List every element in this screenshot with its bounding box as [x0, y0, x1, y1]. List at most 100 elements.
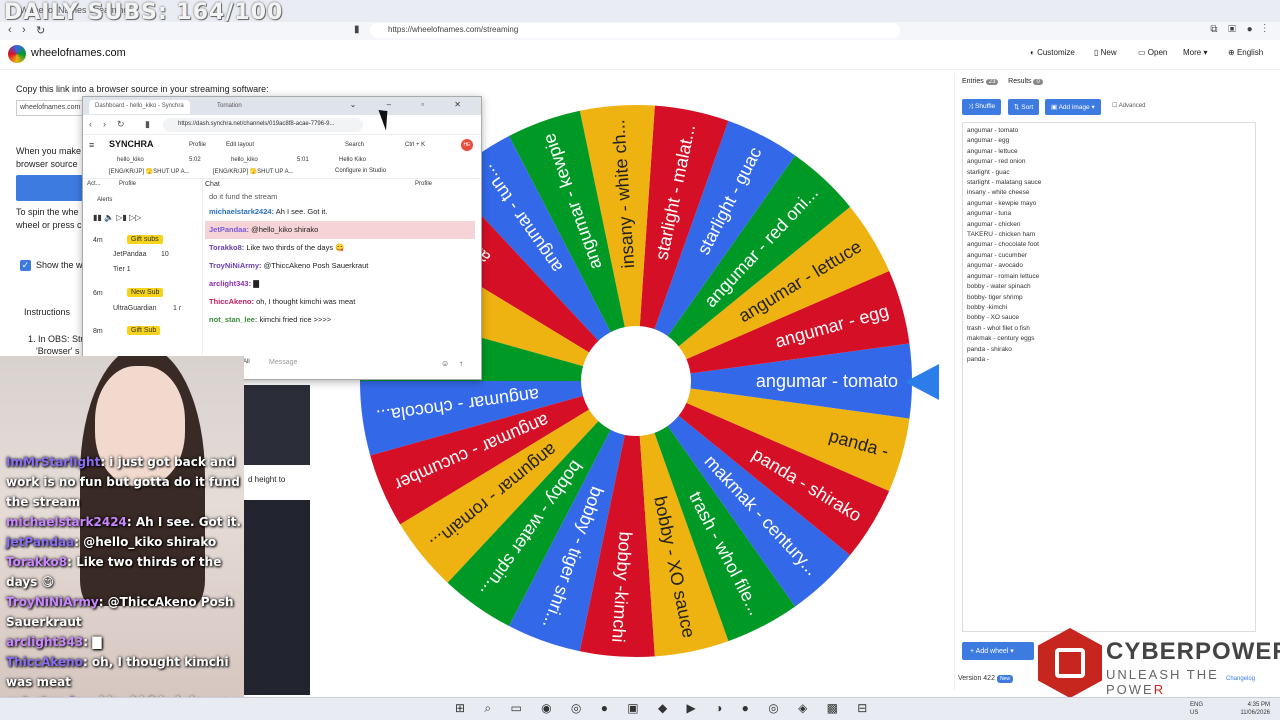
entry-line[interactable]: angumar - cucumber — [967, 251, 1251, 261]
tab-results[interactable]: Results 0 — [1008, 78, 1043, 85]
chat-all-filter[interactable]: All — [243, 359, 250, 365]
wheel-logo-icon[interactable] — [8, 45, 26, 63]
entry-line[interactable]: panda - shirako — [967, 345, 1251, 355]
entry-line[interactable]: angumar - chicken — [967, 220, 1251, 230]
entry-line[interactable]: angumar - kewpie mayo — [967, 199, 1251, 209]
chat-profile[interactable]: Profile — [415, 181, 432, 187]
entry-line[interactable]: starlight - malatang sauce — [967, 178, 1251, 188]
entry-line[interactable]: angumar - red onion — [967, 157, 1251, 167]
entry-line[interactable]: angumar - egg — [967, 136, 1251, 146]
emoji-icon[interactable]: ☺ — [441, 359, 449, 368]
chat-username[interactable]: ThiccAkeno: — [209, 297, 254, 306]
channel-1-name[interactable]: hello_kiko — [117, 157, 144, 163]
version-label: Version 422 — [958, 675, 995, 682]
tab-entries[interactable]: Entries 23 — [962, 78, 999, 85]
chat-username[interactable]: michaelstark2424: — [209, 207, 274, 216]
shuffle-button[interactable]: ⤨ Shuffle — [962, 99, 1002, 115]
entry-line[interactable]: panda - — [967, 355, 1251, 365]
search-input[interactable]: Search — [345, 142, 364, 148]
chat-text: Ah I see. Got it. — [274, 207, 328, 216]
popup-tab-dashboard[interactable]: Dashboard - hello_kiko - Synchra — [89, 100, 190, 114]
activity-controls[interactable]: ▮▮ 🔈 ▷▮ ▷▷ — [93, 213, 141, 222]
popup-forward-icon[interactable]: › — [103, 119, 106, 129]
entries-textarea[interactable]: angumar - tomato angumar - egg angumar - l… — [962, 122, 1256, 632]
configure-studio-link[interactable]: Configure in Studio — [335, 168, 386, 174]
search-shortcut: Ctrl + K — [405, 142, 426, 148]
back-icon[interactable]: ‹ — [8, 24, 12, 36]
entry-line[interactable]: bobby - water spinach — [967, 282, 1251, 292]
bookmark-icon[interactable]: ▮ — [354, 24, 360, 35]
activity-profile[interactable]: Profile — [119, 181, 136, 187]
overlay-chat-line: arclight343: ▇ — [0, 632, 250, 652]
chat-username[interactable]: not_stan_lee: — [209, 315, 257, 324]
channel-2-name[interactable]: hello_kiko — [231, 157, 258, 163]
clock[interactable]: 4:35 PM 11/06/2026 — [1240, 701, 1270, 717]
instructions-heading: Instructions — [24, 307, 71, 317]
reload-icon[interactable]: ↻ — [36, 24, 45, 37]
copy-link-button[interactable] — [16, 175, 86, 201]
chat-username[interactable]: TroyNiNiArmy: — [209, 261, 262, 270]
language-label: English — [1236, 48, 1264, 57]
popup-url-field[interactable]: https://dash.synchra.net/channels/019ac8… — [163, 118, 363, 132]
entry-line[interactable]: angumar - chocolate foot — [967, 240, 1251, 250]
wheel-hub[interactable] — [581, 326, 691, 436]
language-indicator[interactable]: ENG US — [1190, 701, 1203, 717]
popup-body: Act... Profile Alerts ▮▮ 🔈 ▷▮ ▷▷ 4m Gift… — [83, 179, 481, 359]
height-text: d height to — [248, 475, 286, 484]
customize-button[interactable]: ◐ Customize — [1030, 48, 1075, 57]
entry-line[interactable]: bobby- tiger shrimp — [967, 293, 1251, 303]
synchra-popup-window[interactable]: Dashboard - hello_kiko - Synchra Tornati… — [82, 96, 482, 380]
edit-layout-button[interactable]: Edit layout — [226, 142, 254, 148]
step1-text: 1. In OBS: Stu — [28, 334, 86, 344]
entry-line[interactable]: angumar - romain lettuce — [967, 272, 1251, 282]
send-icon[interactable]: ↑ — [459, 359, 463, 368]
sort-button[interactable]: ⇅ Sort — [1008, 99, 1040, 115]
chat-username[interactable]: JetPandaa: — [209, 225, 249, 234]
entry-line[interactable]: angumar - tuna — [967, 209, 1251, 219]
add-wheel-button[interactable]: + Add wheel ▾ — [962, 642, 1034, 660]
language-button[interactable]: ⊕ English — [1228, 48, 1263, 57]
url-field[interactable]: https://wheelofnames.com/streaming — [370, 23, 900, 38]
entry-line[interactable]: TAKERU - chicken ham — [967, 230, 1251, 240]
forward-icon[interactable]: › — [22, 24, 26, 36]
site-name[interactable]: wheelofnames.com — [31, 47, 126, 59]
avatar[interactable]: HE — [461, 139, 473, 151]
copy-link-text: Copy this link into a browser source in … — [16, 84, 269, 94]
more-button[interactable]: More ▾ — [1183, 48, 1207, 57]
entry-line[interactable]: bobby -kimchi — [967, 303, 1251, 313]
stream-link-field[interactable]: wheelofnames.com — [16, 100, 86, 116]
profile-dropdown[interactable]: Profile — [189, 142, 206, 148]
show-checkbox[interactable]: ✓ — [20, 260, 31, 271]
taskbar-app-icons[interactable]: ⊞ ⌕ ▭ ◉ ◎ ● ▣ ◆ ▶ ◑ ● ◎ ◈ ▩ ⊟ — [455, 701, 875, 716]
menu-icon[interactable]: ≡ — [89, 140, 94, 150]
popup-tab-tornation[interactable]: Tornation — [211, 100, 248, 114]
popup-reload-icon[interactable]: ↻ — [117, 119, 125, 130]
entry-line[interactable]: starlight - guac — [967, 168, 1251, 178]
chat-message: JetPandaa: @hello_kiko shirako — [205, 221, 475, 239]
entry-line[interactable]: angumar - lettuce — [967, 147, 1251, 157]
entry-line[interactable]: insany - white cheese — [967, 188, 1251, 198]
overlay-chat-text: days 😋 — [6, 575, 54, 589]
activity-1-time: 4m — [93, 237, 103, 244]
message-input[interactable]: Message — [269, 359, 297, 366]
activity-3-type: Gift Sub — [127, 326, 161, 335]
advanced-checkbox[interactable]: ☐ Advanced — [1112, 102, 1145, 109]
entry-line[interactable]: trash - whol filet o fish — [967, 324, 1251, 334]
entry-line[interactable]: angumar - avocado — [967, 261, 1251, 271]
synchra-appbar: ≡ SYNCHRA Profile Edit layout Search Ctr… — [83, 135, 481, 155]
entry-line[interactable]: angumar - tomato — [967, 126, 1251, 136]
extension-icons[interactable]: ⧉ ▣ ● ⋮ — [1210, 24, 1270, 35]
add-image-button[interactable]: ▣ Add image ▾ — [1045, 99, 1101, 115]
new-button[interactable]: ▯ New — [1094, 48, 1117, 57]
overlay-chat-text: : ▇ — [83, 635, 102, 649]
chat-username[interactable]: arclight343: — [209, 279, 251, 288]
open-button[interactable]: ▭ Open — [1138, 48, 1167, 57]
chat-username[interactable]: Torakko8: — [209, 243, 244, 252]
popup-back-icon[interactable]: ‹ — [89, 119, 92, 129]
entry-line[interactable]: makmak - century eggs — [967, 334, 1251, 344]
channel-3-name[interactable]: Hello Kiko — [339, 157, 366, 163]
entry-line[interactable]: bobby - XO sauce — [967, 313, 1251, 323]
synchra-logo[interactable]: SYNCHRA — [109, 139, 154, 149]
window-controls[interactable]: ⌄ – ▫ ✕ — [350, 100, 475, 109]
popup-bookmark-icon[interactable]: ▮ — [145, 119, 150, 130]
